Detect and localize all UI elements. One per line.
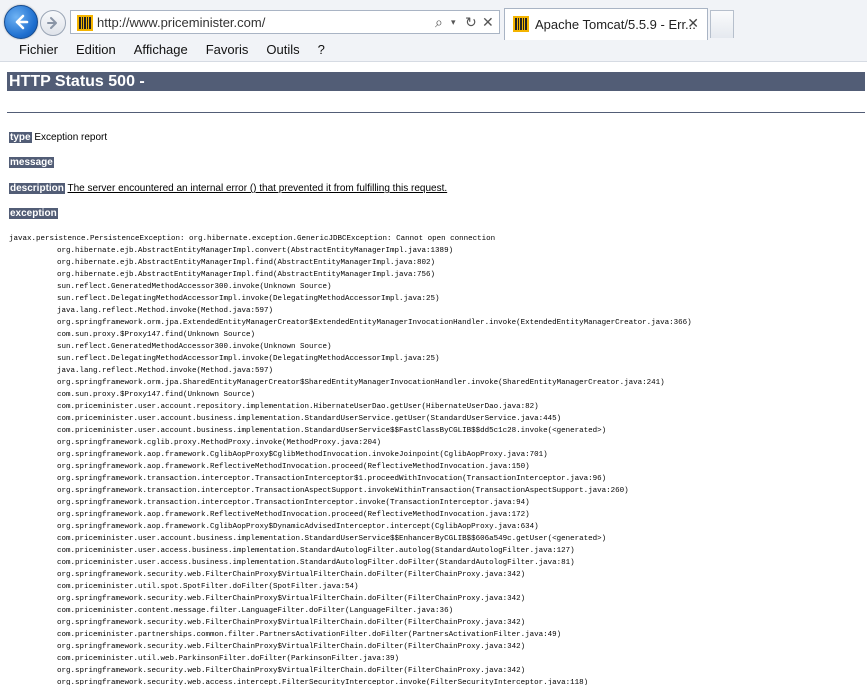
exception-row: exception [9, 208, 58, 219]
menu-outils[interactable]: Outils [257, 41, 308, 59]
trace-line: sun.reflect.DelegatingMethodAccessorImpl… [57, 355, 440, 363]
menu-affichage[interactable]: Affichage [125, 41, 197, 59]
stop-icon[interactable]: ✕ [482, 13, 494, 31]
refresh-icon[interactable]: ↻ [465, 13, 477, 31]
stack-trace: javax.persistence.PersistenceException: … [9, 233, 692, 685]
description-row: description The server encountered an in… [9, 183, 447, 194]
trace-line: com.priceminister.util.spot.SpotFilter.d… [57, 583, 359, 591]
trace-line: com.sun.proxy.$Proxy147.find(Unknown Sou… [57, 391, 256, 399]
menu-help[interactable]: ? [309, 41, 334, 59]
menu-favoris[interactable]: Favoris [197, 41, 258, 59]
trace-line: org.springframework.aop.framework.Reflec… [57, 511, 530, 519]
trace-line: org.springframework.security.web.FilterC… [57, 619, 526, 627]
trace-line: org.springframework.transaction.intercep… [57, 475, 607, 483]
trace-line: sun.reflect.DelegatingMethodAccessorImpl… [57, 295, 440, 303]
tab-tomcat-error[interactable]: Apache Tomcat/5.5.9 - Err... ✕ [504, 8, 708, 40]
trace-line: org.springframework.aop.framework.Reflec… [57, 463, 530, 471]
description-label: description [9, 183, 65, 194]
trace-line: java.lang.reflect.Method.invoke(Method.j… [57, 307, 274, 315]
search-icon[interactable]: ⌕ [435, 13, 443, 31]
exception-label: exception [9, 208, 58, 219]
trace-line: com.priceminister.user.account.repositor… [57, 403, 539, 411]
trace-line: com.priceminister.user.access.business.i… [57, 559, 575, 567]
description-value: The server encountered an internal error… [67, 183, 448, 194]
trace-line: org.springframework.transaction.intercep… [57, 487, 629, 495]
trace-line: java.lang.reflect.Method.invoke(Method.j… [57, 367, 274, 375]
trace-line: org.springframework.security.web.access.… [57, 679, 589, 685]
forward-button[interactable] [40, 10, 66, 36]
trace-line: com.priceminister.user.account.business.… [57, 427, 607, 435]
trace-line: org.springframework.security.web.FilterC… [57, 595, 526, 603]
message-row: message [9, 157, 54, 168]
message-label: message [9, 157, 54, 168]
trace-line: org.springframework.orm.jpa.ExtendedEnti… [57, 319, 692, 327]
new-tab-button[interactable] [710, 10, 734, 38]
trace-line: org.springframework.security.web.FilterC… [57, 571, 526, 579]
menu-bar: Fichier Edition Affichage Favoris Outils… [0, 40, 867, 62]
browser-toolbar: http://www.priceminister.com/ ⌕ ▾ ↻ ✕ Ap… [0, 0, 867, 41]
page-title: HTTP Status 500 - [7, 72, 865, 91]
trace-line: org.hibernate.ejb.AbstractEntityManagerI… [57, 259, 436, 267]
trace-lines: org.hibernate.ejb.AbstractEntityManagerI… [9, 245, 692, 685]
type-row: type Exception report [9, 132, 107, 143]
back-arrow-icon [15, 14, 29, 30]
trace-line: com.priceminister.partnerships.common.fi… [57, 631, 562, 639]
trace-line: org.springframework.cglib.proxy.MethodPr… [57, 439, 382, 447]
trace-line: org.springframework.orm.jpa.SharedEntity… [57, 379, 665, 387]
trace-line: org.hibernate.ejb.AbstractEntityManagerI… [57, 271, 436, 279]
trace-line: com.priceminister.user.account.business.… [57, 415, 562, 423]
trace-line: com.sun.proxy.$Proxy147.find(Unknown Sou… [57, 331, 256, 339]
trace-line: com.priceminister.user.account.business.… [57, 535, 607, 543]
trace-line: org.springframework.security.web.FilterC… [57, 643, 526, 651]
menu-fichier[interactable]: Fichier [10, 41, 67, 59]
trace-line: sun.reflect.GeneratedMethodAccessor300.i… [57, 343, 332, 351]
trace-line: org.springframework.aop.framework.CglibA… [57, 523, 539, 531]
trace-line: org.springframework.transaction.intercep… [57, 499, 530, 507]
menu-edition[interactable]: Edition [67, 41, 125, 59]
trace-line: com.priceminister.user.access.business.i… [57, 547, 575, 555]
trace-line: org.hibernate.ejb.AbstractEntityManagerI… [57, 247, 454, 255]
divider [7, 112, 865, 113]
site-favicon [77, 15, 93, 31]
trace-head: javax.persistence.PersistenceException: … [9, 235, 496, 243]
dropdown-icon[interactable]: ▾ [451, 13, 456, 31]
page-content: HTTP Status 500 - type Exception report … [0, 62, 867, 685]
type-label: type [9, 132, 32, 143]
trace-line: org.springframework.security.web.FilterC… [57, 667, 526, 675]
trace-line: org.springframework.aop.framework.CglibA… [57, 451, 548, 459]
tab-title: Apache Tomcat/5.5.9 - Err... [535, 17, 696, 32]
address-bar[interactable]: http://www.priceminister.com/ ⌕ ▾ ↻ ✕ [70, 10, 500, 34]
tab-favicon [513, 16, 529, 32]
trace-line: sun.reflect.GeneratedMethodAccessor300.i… [57, 283, 332, 291]
trace-line: com.priceminister.util.web.ParkinsonFilt… [57, 655, 400, 663]
back-button[interactable] [4, 5, 38, 39]
url-text[interactable]: http://www.priceminister.com/ [97, 15, 265, 30]
forward-arrow-icon [47, 17, 57, 29]
close-icon[interactable]: ✕ [687, 15, 699, 32]
trace-line: com.priceminister.content.message.filter… [57, 607, 454, 615]
type-value: Exception report [34, 132, 108, 143]
